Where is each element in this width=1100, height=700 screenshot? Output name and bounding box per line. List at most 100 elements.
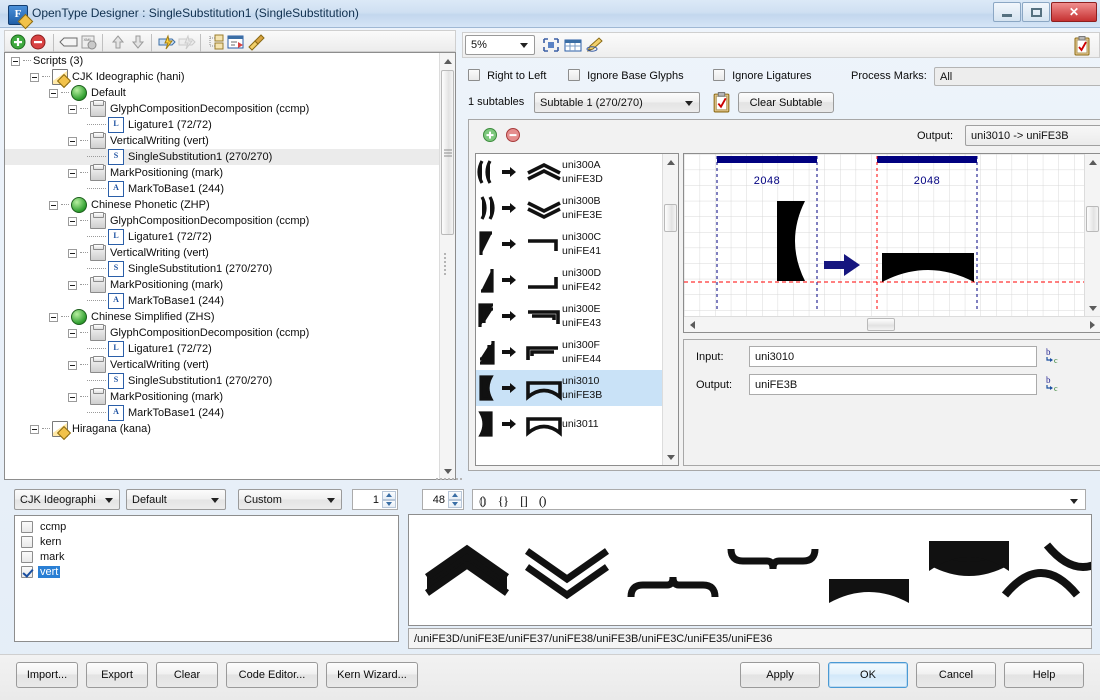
tree-node[interactable]: S SingleSubstitution1 (270/270) bbox=[5, 261, 439, 277]
tree-node[interactable]: MarkPositioning (mark) bbox=[5, 388, 439, 405]
tree-node[interactable]: Chinese Phonetic (ZHP) bbox=[5, 197, 439, 213]
glyph-picker-icon[interactable]: b c bbox=[1045, 375, 1063, 396]
spinner-buttons[interactable] bbox=[382, 491, 396, 508]
tree-node[interactable]: Default bbox=[5, 85, 439, 101]
minimize-button[interactable] bbox=[993, 2, 1021, 22]
spinner-up[interactable] bbox=[382, 491, 396, 500]
script-combo[interactable]: CJK Ideographi bbox=[14, 489, 120, 510]
tree-node[interactable]: Scripts (3) bbox=[5, 53, 439, 69]
preview-h-thumb[interactable] bbox=[867, 318, 895, 331]
maximize-button[interactable] bbox=[1022, 2, 1050, 22]
tree-node[interactable]: CJK Ideographic (hani) bbox=[5, 69, 439, 85]
glyph-pair-row[interactable]: uni300F uniFE44 bbox=[476, 334, 662, 370]
export-button[interactable]: Export bbox=[86, 662, 148, 688]
subtable-clipboard-icon[interactable] bbox=[712, 92, 731, 116]
glyph-picker-icon[interactable]: b c bbox=[1045, 347, 1063, 368]
preview-horizontal-scrollbar[interactable] bbox=[684, 316, 1100, 332]
cancel-button[interactable]: Cancel bbox=[916, 662, 996, 688]
preview-v-thumb[interactable] bbox=[1086, 206, 1099, 232]
glyph-pair-row[interactable]: uni300C uniFE41 bbox=[476, 226, 662, 262]
tree-expander[interactable] bbox=[11, 56, 20, 66]
spinner-down[interactable] bbox=[448, 499, 462, 508]
tree-node[interactable]: L Ligature1 (72/72) bbox=[5, 117, 439, 133]
tree-expander[interactable] bbox=[68, 168, 77, 178]
glyph-pair-row[interactable]: uni3010 uniFE3B bbox=[476, 370, 662, 406]
tree-node[interactable]: Hiragana (kana) bbox=[5, 421, 439, 437]
spinner-up[interactable] bbox=[448, 491, 462, 500]
feature-list-item[interactable]: kern bbox=[15, 534, 398, 549]
output-summary-field[interactable]: uni3010 -> uniFE3B bbox=[965, 125, 1100, 146]
input-field[interactable]: uni3010 bbox=[749, 346, 1037, 367]
tree-scrollbar[interactable] bbox=[439, 53, 455, 479]
move-up-icon[interactable] bbox=[107, 33, 127, 53]
scroll-left-arrow[interactable] bbox=[684, 317, 700, 333]
glyph-list-scrollbar[interactable] bbox=[662, 154, 678, 465]
brace-icon[interactable]: {} bbox=[498, 493, 510, 509]
tree-expander[interactable] bbox=[68, 360, 77, 370]
help-button[interactable]: Help bbox=[1004, 662, 1084, 688]
subtable-combo[interactable]: Subtable 1 (270/270) bbox=[534, 92, 700, 113]
tree-expander[interactable] bbox=[68, 216, 77, 226]
tree-node[interactable]: MarkPositioning (mark) bbox=[5, 276, 439, 293]
glyph-pair-row[interactable]: uni300D uniFE42 bbox=[476, 262, 662, 298]
tree-node[interactable]: VerticalWriting (vert) bbox=[5, 356, 439, 373]
tree-expander[interactable] bbox=[49, 312, 58, 322]
splitter-grip[interactable] bbox=[436, 478, 462, 480]
scroll-up-arrow[interactable] bbox=[440, 53, 456, 69]
tree-scroll-thumb[interactable] bbox=[441, 70, 454, 235]
scroll-down-arrow[interactable] bbox=[663, 449, 679, 465]
tree-node[interactable]: A MarkToBase1 (244) bbox=[5, 293, 439, 309]
tree-expander[interactable] bbox=[49, 88, 58, 98]
tree-expander[interactable] bbox=[30, 424, 39, 434]
tree-node[interactable]: A MarkToBase1 (244) bbox=[5, 405, 439, 421]
edit-features-icon[interactable] bbox=[225, 33, 245, 53]
kern-wizard-button[interactable]: Kern Wizard... bbox=[326, 662, 418, 688]
copy-structure-icon[interactable] bbox=[205, 33, 225, 53]
scripts-tree[interactable]: Scripts (3) CJK Ideographic (hani) Default… bbox=[5, 53, 439, 479]
glyph-pair-list[interactable]: uni300A uniFE3D uni300B uniFE3E uni300C uniFE… bbox=[476, 154, 662, 465]
tree-node[interactable]: S SingleSubstitution1 (270/270) bbox=[5, 149, 439, 165]
mode-combo[interactable]: Custom bbox=[238, 489, 342, 510]
remove-icon[interactable] bbox=[29, 33, 49, 53]
sample-text-combo[interactable]: ⦅⦆ {} [] () bbox=[472, 489, 1086, 510]
tree-expander[interactable] bbox=[68, 136, 77, 146]
tree-expander[interactable] bbox=[68, 104, 77, 114]
rename-tag-icon[interactable] bbox=[58, 33, 78, 53]
tree-expander[interactable] bbox=[68, 280, 77, 290]
import-button[interactable]: Import... bbox=[16, 662, 78, 688]
add-icon[interactable] bbox=[9, 33, 29, 53]
tree-node[interactable]: GlyphCompositionDecomposition (ccmp) bbox=[5, 212, 439, 229]
feature-list-item[interactable]: mark bbox=[15, 549, 398, 564]
language-combo[interactable]: Default bbox=[126, 489, 226, 510]
tree-node[interactable]: L Ligature1 (72/72) bbox=[5, 229, 439, 245]
tree-expander[interactable] bbox=[49, 200, 58, 210]
preview-vertical-scrollbar[interactable] bbox=[1084, 154, 1100, 316]
zoom-combo[interactable]: 5% bbox=[465, 35, 535, 55]
close-button[interactable]: ✕ bbox=[1051, 2, 1097, 22]
fit-view-icon[interactable] bbox=[541, 36, 561, 56]
tree-node[interactable]: L Ligature1 (72/72) bbox=[5, 341, 439, 357]
feature-checkbox[interactable] bbox=[21, 520, 33, 533]
ok-button[interactable]: OK bbox=[828, 662, 908, 688]
remove-row-icon[interactable] bbox=[505, 127, 521, 146]
tree-expander[interactable] bbox=[30, 72, 39, 82]
spinner-down[interactable] bbox=[382, 499, 396, 508]
size-spinner[interactable]: 48 bbox=[422, 489, 464, 510]
glyph-preview-canvas[interactable]: 2048 2048 bbox=[684, 154, 1084, 316]
feature-checkbox[interactable] bbox=[21, 550, 33, 563]
tree-node[interactable]: GlyphCompositionDecomposition (ccmp) bbox=[5, 100, 439, 117]
clear-subtable-button[interactable]: Clear Subtable bbox=[738, 92, 834, 113]
ignore-base-glyphs-checkbox[interactable]: Ignore Base Glyphs bbox=[568, 69, 684, 82]
scroll-down-arrow[interactable] bbox=[440, 463, 456, 479]
apply-button[interactable]: Apply bbox=[740, 662, 820, 688]
tree-node[interactable]: A MarkToBase1 (244) bbox=[5, 181, 439, 197]
right-to-left-checkbox[interactable]: Right to Left bbox=[468, 69, 546, 82]
clipboard-check-icon[interactable] bbox=[1073, 36, 1093, 56]
feature-checkbox[interactable] bbox=[21, 565, 33, 578]
scroll-down-arrow[interactable] bbox=[1085, 300, 1100, 316]
ignore-ligatures-checkbox[interactable]: Ignore Ligatures bbox=[713, 69, 812, 82]
glyph-pair-row[interactable]: uni300B uniFE3E bbox=[476, 190, 662, 226]
glyph-list-scroll-thumb[interactable] bbox=[664, 204, 677, 232]
tree-node[interactable]: MarkPositioning (mark) bbox=[5, 164, 439, 181]
glyph-pair-row[interactable]: uni300A uniFE3D bbox=[476, 154, 662, 190]
